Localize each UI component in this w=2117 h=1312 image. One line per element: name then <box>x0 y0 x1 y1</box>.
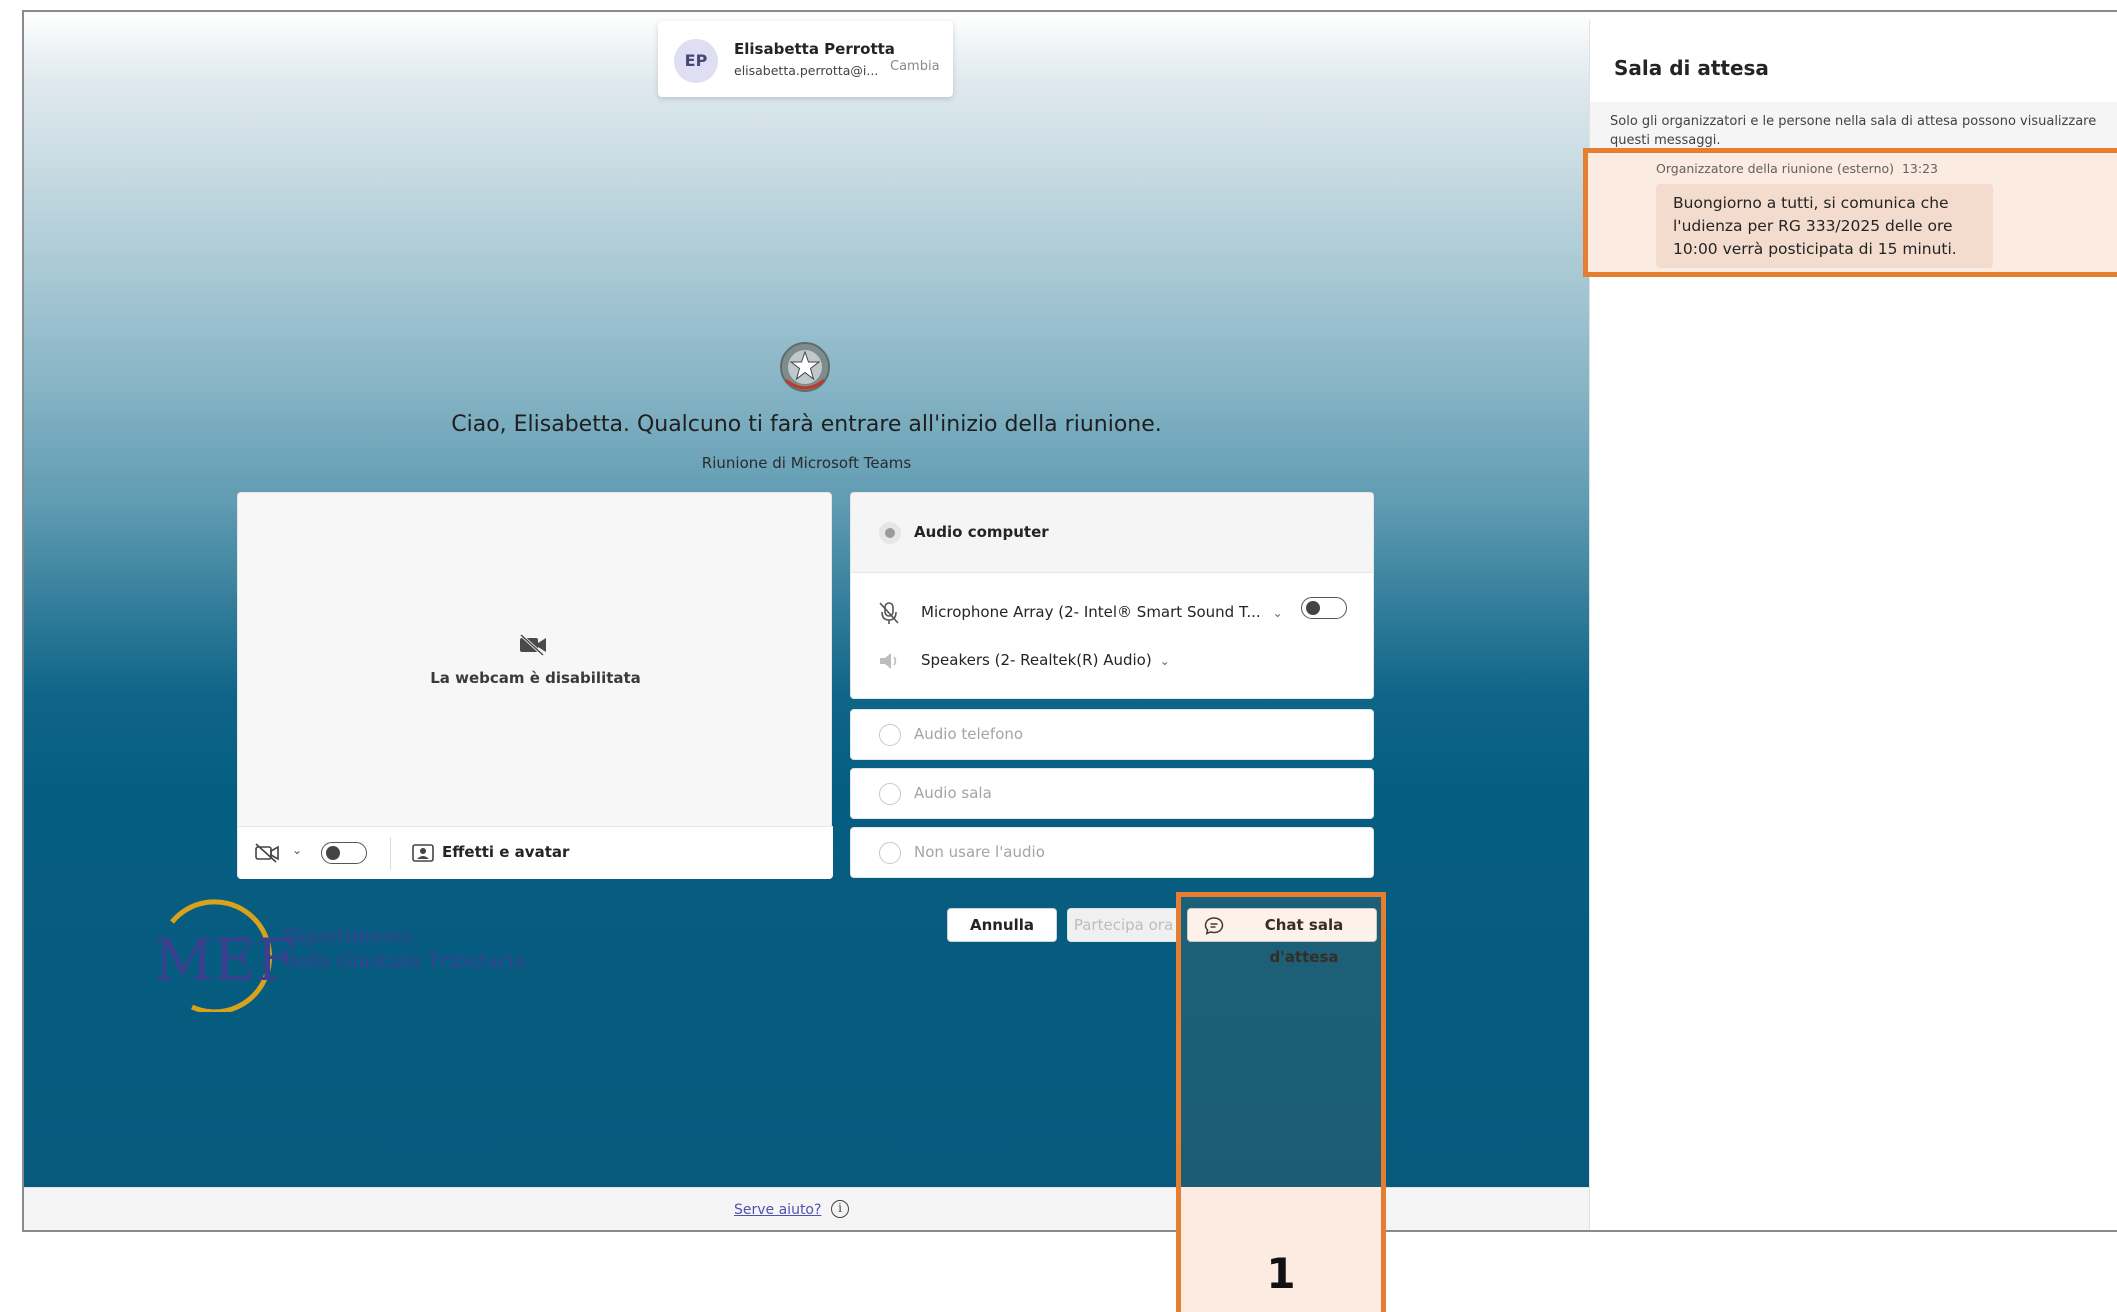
audio-room-label: Audio sala <box>914 784 992 802</box>
chevron-down-icon: ⌄ <box>1272 606 1283 620</box>
audio-room-radio[interactable] <box>879 783 901 805</box>
republic-emblem-icon <box>780 342 830 392</box>
department-line-2: della Giustizia Tributaria <box>284 950 526 972</box>
meeting-subtitle: Riunione di Microsoft Teams <box>701 454 912 472</box>
audio-phone-label: Audio telefono <box>914 725 1024 743</box>
speakers-label: Speakers (2- Realtek(R) Audio) <box>921 651 1152 669</box>
microphone-toggle[interactable] <box>1301 597 1347 619</box>
account-name: Elisabetta Perrotta <box>734 40 895 58</box>
mef-logo-text: MEF <box>154 926 296 994</box>
message-time: 13:23 <box>1901 161 1938 176</box>
annotation-number: 1 <box>1266 1249 1296 1298</box>
message-meta: Organizzatore della riunione (esterno) 1… <box>1656 161 1938 176</box>
video-controls-bar: ⌄ Effetti e avatar <box>238 826 833 879</box>
audio-computer-card[interactable]: Audio computer Microphone Array (2- Inte… <box>850 492 1374 699</box>
audio-computer-radio[interactable] <box>879 522 901 544</box>
join-now-button[interactable]: Partecipa ora <box>1067 908 1180 942</box>
lobby-message-highlight: Organizzatore della riunione (esterno) 1… <box>1583 148 2117 277</box>
message-sender: Organizzatore della riunione (esterno) <box>1656 161 1895 176</box>
lobby-panel-title: Sala di attesa <box>1614 56 1769 80</box>
help-link[interactable]: Serve aiuto? <box>734 1202 821 1218</box>
effects-icon[interactable] <box>412 844 434 862</box>
audio-room-option[interactable]: Audio sala <box>850 768 1374 819</box>
audio-computer-header[interactable]: Audio computer <box>851 493 1373 573</box>
effects-avatar-button[interactable]: Effetti e avatar <box>442 843 569 861</box>
chevron-down-icon: ⌄ <box>1159 654 1170 668</box>
department-line-1: Dipartimento <box>284 925 413 947</box>
annotation-highlight-box <box>1176 892 1386 1192</box>
camera-off-icon <box>519 633 546 657</box>
account-email: elisabetta.perrotta@i... <box>734 63 879 78</box>
speakers-row[interactable]: Speakers (2- Realtek(R) Audio) ⌄ <box>851 641 1375 681</box>
no-audio-option[interactable]: Non usare l'audio <box>850 827 1374 878</box>
info-icon[interactable]: i <box>831 1200 849 1218</box>
camera-toggle-icon[interactable] <box>254 843 280 863</box>
no-audio-radio[interactable] <box>879 842 901 864</box>
change-account-link[interactable]: Cambia <box>890 59 940 74</box>
audio-phone-option[interactable]: Audio telefono <box>850 709 1374 760</box>
message-bubble: Buongiorno a tutti, si comunica che l'ud… <box>1656 184 1993 268</box>
microphone-muted-icon[interactable] <box>877 601 901 625</box>
microphone-label: Microphone Array (2- Intel® Smart Sound … <box>921 603 1261 621</box>
webcam-disabled-text: La webcam è disabilitata <box>430 669 641 687</box>
speakers-select[interactable]: Speakers (2- Realtek(R) Audio) ⌄ <box>921 651 1170 669</box>
audio-computer-label: Audio computer <box>914 523 1049 541</box>
microphone-select[interactable]: Microphone Array (2- Intel® Smart Sound … <box>921 603 1283 621</box>
annotation-callout: 1 <box>1176 1187 1386 1312</box>
avatar: EP <box>674 39 718 83</box>
camera-toggle[interactable] <box>321 842 367 864</box>
cancel-button[interactable]: Annulla <box>947 908 1057 942</box>
department-name: Dipartimento della Giustizia Tributaria <box>284 924 525 974</box>
no-audio-label: Non usare l'audio <box>914 843 1045 861</box>
microphone-row[interactable]: Microphone Array (2- Intel® Smart Sound … <box>851 593 1375 633</box>
account-card: EP Elisabetta Perrotta elisabetta.perrot… <box>658 21 953 97</box>
greeting-heading: Ciao, Elisabetta. Qualcuno ti farà entra… <box>451 412 1162 437</box>
divider <box>390 837 391 870</box>
video-preview-panel: La webcam è disabilitata ⌄ Effetti e ava… <box>237 492 833 879</box>
camera-options-chevron-icon[interactable]: ⌄ <box>292 843 302 857</box>
audio-phone-radio[interactable] <box>879 724 901 746</box>
speaker-icon <box>880 653 897 669</box>
